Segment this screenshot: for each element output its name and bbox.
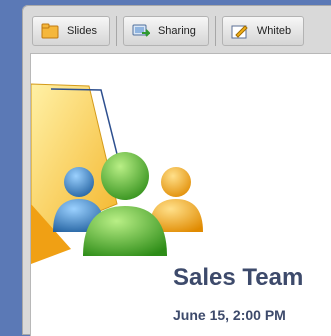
tab-sharing[interactable]: Sharing [122,16,209,46]
slide-title: Sales Team [173,264,304,291]
tab-slides[interactable]: Slides [32,16,110,46]
toolbar-divider [214,16,216,46]
slides-folder-icon [41,23,59,39]
tab-slides-label: Slides [67,25,97,37]
tab-whiteboard[interactable]: Whiteb [221,16,305,46]
tab-whiteboard-label: Whiteb [256,25,292,37]
toolbar-divider [115,16,117,46]
tab-sharing-label: Sharing [157,25,196,37]
slide-subtitle: June 15, 2:00 PM [173,307,286,323]
whiteboard-icon [231,23,249,39]
slide-content-area: Sales Team June 15, 2:00 PM [30,53,331,336]
tab-toolbar: Slides Sharing Whiteb [22,11,331,51]
app-window: Slides Sharing Whiteb Sales Team June 15… [22,5,331,336]
slide-graphic [31,83,203,264]
sharing-icon [132,23,152,39]
